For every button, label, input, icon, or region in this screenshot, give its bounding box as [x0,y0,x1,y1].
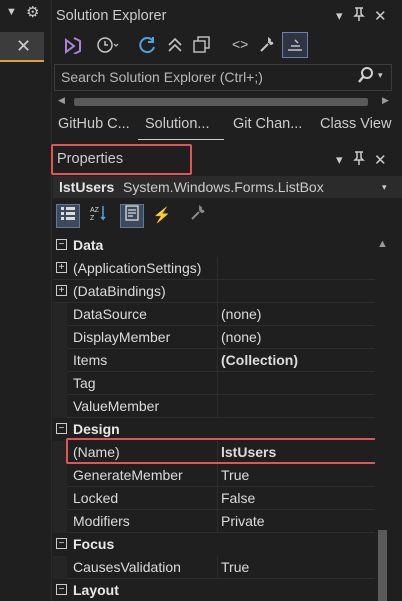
category-focus[interactable]: − Focus [53,533,375,556]
property-value[interactable]: True [221,467,249,483]
name-row-highlight [66,438,379,464]
property-name: GenerateMember [73,467,183,483]
search-input[interactable]: Search Solution Explorer (Ctrl+;) [61,69,263,85]
vertical-scroll-thumb[interactable] [378,530,387,601]
se-pin-icon[interactable] [352,6,366,25]
props-close-icon[interactable]: ✕ [374,151,387,169]
object-dropdown-icon[interactable]: ▾ [382,182,387,193]
category-label: Design [73,421,120,437]
category-label: Focus [73,536,115,552]
tab-git-changes[interactable]: Git Chan... [233,116,302,132]
property-row[interactable]: CausesValidation True [53,556,375,579]
property-value[interactable]: (Collection) [221,352,298,368]
scroll-up-icon[interactable]: ▲ [377,238,388,250]
properties-page-icon[interactable] [120,204,144,228]
collapse-icon[interactable]: − [56,584,67,595]
collapse-icon[interactable]: − [56,239,67,250]
category-label: Layout [73,582,119,598]
property-row[interactable]: Items (Collection) [53,349,375,372]
events-icon[interactable]: ⚡ [150,204,174,228]
gear-icon[interactable]: ⚙ [26,3,39,21]
property-row[interactable]: DataSource (none) [53,303,375,326]
property-name: Modifiers [73,513,130,529]
svg-text:Z: Z [90,215,95,222]
object-type: System.Windows.Forms.ListBox [123,179,324,195]
categorized-icon[interactable] [56,204,80,228]
code-icon[interactable]: <> [232,36,248,52]
property-row[interactable]: Modifiers Private [53,510,375,533]
tab-class-view[interactable]: Class View [320,116,391,132]
expand-icon[interactable]: + [56,285,67,296]
property-value[interactable]: True [221,559,249,575]
solution-explorer-title: Solution Explorer [56,8,167,24]
category-label: Data [73,237,104,253]
property-row[interactable]: GenerateMember True [53,464,375,487]
property-row[interactable]: DisplayMember (none) [53,326,375,349]
property-row[interactable]: + (DataBindings) [53,280,375,303]
property-value[interactable]: (none) [221,306,261,322]
vs-solution-icon[interactable] [62,36,82,58]
tab-github-copilot[interactable]: GitHub C... [58,116,130,132]
property-name: ValueMember [73,398,160,414]
property-row[interactable]: Locked False [53,487,375,510]
property-name: Items [73,352,108,368]
left-panel [0,0,52,601]
close-tab-icon[interactable]: ✕ [16,36,31,57]
property-value[interactable]: False [221,490,255,506]
scroll-right-icon[interactable]: ▶ [382,95,389,106]
category-layout[interactable]: − Layout [53,579,375,601]
se-close-icon[interactable]: ✕ [374,7,387,25]
property-name: (ApplicationSettings) [73,260,202,276]
scroll-thumb[interactable] [74,98,368,106]
show-all-files-icon[interactable] [192,36,212,58]
sync-icon[interactable] [138,36,158,58]
preview-icon[interactable] [286,36,304,58]
property-name: Tag [73,375,96,391]
object-name: lstUsers [59,179,115,195]
property-row[interactable]: + (ApplicationSettings) [53,257,375,280]
collapse-icon[interactable]: − [56,423,67,434]
property-value[interactable]: Private [221,513,265,529]
property-name: CausesValidation [73,559,181,575]
property-name: Locked [73,490,119,506]
collapse-all-icon[interactable] [166,36,184,58]
property-name: DisplayMember [73,329,171,345]
property-name: DataSource [73,306,147,322]
property-row[interactable]: ValueMember [53,395,375,418]
alphabetical-icon[interactable]: AZ Z [86,204,110,228]
search-icon[interactable] [357,66,375,89]
properties-title-highlight [51,144,192,175]
category-data[interactable]: − Data [53,234,375,257]
scroll-left-icon[interactable]: ◀ [58,95,65,106]
property-pages-wrench-icon[interactable] [186,204,210,228]
search-options-icon[interactable]: ▾ [378,70,383,81]
dropdown-icon[interactable]: ▼ [6,6,17,18]
se-dropdown-icon[interactable]: ▾ [336,8,343,24]
tab-solution-explorer[interactable]: Solution... [145,116,210,132]
svg-text:AZ: AZ [90,207,100,214]
property-value[interactable]: (none) [221,329,261,345]
properties-wrench-icon[interactable] [258,36,276,58]
props-dropdown-icon[interactable]: ▾ [336,152,343,168]
property-row[interactable]: Tag [53,372,375,395]
collapse-icon[interactable]: − [56,538,67,549]
props-pin-icon[interactable] [352,150,366,169]
property-name: (DataBindings) [73,283,166,299]
history-icon[interactable] [96,36,120,58]
expand-icon[interactable]: + [56,262,67,273]
